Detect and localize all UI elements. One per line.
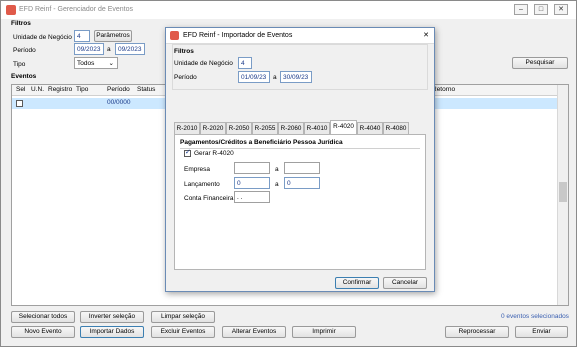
reprocessar-button[interactable]: Reprocessar <box>445 326 509 338</box>
col-periodo[interactable]: Período <box>107 85 130 95</box>
col-sel[interactable]: Sel <box>16 85 25 95</box>
gerar-r4020-label: Gerar R-4020 <box>194 150 234 157</box>
tab-r2060[interactable]: R-2060 <box>278 122 304 134</box>
gerar-r4020-checkbox[interactable]: ✓ <box>184 149 191 157</box>
periodo-sep: a <box>107 46 111 53</box>
col-retorno[interactable]: Retorno <box>432 85 455 95</box>
periodo-from-input[interactable]: 09/2023 <box>74 43 104 55</box>
enviar-button[interactable]: Enviar <box>515 326 568 338</box>
conta-financeira-label: Conta Financeira <box>184 195 234 202</box>
empresa-sep: a <box>275 166 279 173</box>
main-titlebar: EFD Reinf - Gerenciador de Eventos – □ ✕ <box>1 1 576 19</box>
scrollbar-thumb[interactable] <box>559 182 567 202</box>
col-un[interactable]: U.N. <box>31 85 44 95</box>
tab-r2055[interactable]: R-2055 <box>252 122 278 134</box>
main-window-title: EFD Reinf - Gerenciador de Eventos <box>19 6 133 13</box>
empresa-label: Empresa <box>184 166 211 173</box>
eventos-heading: Eventos <box>11 73 37 80</box>
col-tipo[interactable]: Tipo <box>76 85 88 95</box>
tab-r4020[interactable]: R-4020 <box>330 120 357 135</box>
col-registro[interactable]: Registro <box>48 85 72 95</box>
tab-r4080[interactable]: R-4080 <box>383 122 409 134</box>
eventos-selecionados-count: 0 eventos selecionados <box>501 313 569 320</box>
empresa-from-input[interactable] <box>234 162 270 174</box>
lancamento-from-input[interactable]: 0 <box>234 177 270 189</box>
importar-dados-button[interactable]: Importar Dados <box>80 326 144 338</box>
dialog-filtros-group <box>172 44 428 90</box>
chevron-down-icon: ⌄ <box>108 60 114 67</box>
unidade-label: Unidade de Negócio <box>13 34 72 41</box>
lancamento-to-input[interactable]: 0 <box>284 177 320 189</box>
tab-r2010[interactable]: R-2010 <box>174 122 200 134</box>
dialog-titlebar: EFD Reinf - Importador de Eventos ✕ <box>166 28 434 44</box>
novo-evento-button[interactable]: Novo Evento <box>11 326 75 338</box>
tipo-label: Tipo <box>13 61 26 68</box>
lancamento-sep: a <box>275 181 279 188</box>
imprimir-button[interactable]: Imprimir <box>292 326 356 338</box>
checkmark-icon: ✓ <box>185 149 191 156</box>
dialog-logo-icon <box>170 31 179 40</box>
empresa-to-input[interactable] <box>284 162 320 174</box>
row-periodo: 00/0000 <box>107 99 131 106</box>
importador-dialog: EFD Reinf - Importador de Eventos ✕ Filt… <box>165 27 435 292</box>
periodo-to-input[interactable]: 09/2023 <box>115 43 145 55</box>
periodo-label: Período <box>13 47 36 54</box>
filtros-heading: Filtros <box>11 20 31 27</box>
tab-r2050[interactable]: R-2050 <box>226 122 252 134</box>
pesquisar-button[interactable]: Pesquisar <box>512 57 568 69</box>
tipo-value: Todos <box>77 60 95 67</box>
tipo-select[interactable]: Todos ⌄ <box>74 57 118 69</box>
inverter-selecao-button[interactable]: Inverter seleção <box>80 311 144 323</box>
section-title: Pagamentos/Créditos a Beneficiário Pesso… <box>180 139 343 146</box>
tab-panel-r4020: Pagamentos/Créditos a Beneficiário Pesso… <box>174 134 426 270</box>
conta-financeira-input[interactable]: . . <box>234 191 270 203</box>
row-select-checkbox[interactable] <box>16 100 23 107</box>
col-status[interactable]: Status <box>137 85 155 95</box>
maximize-icon[interactable]: □ <box>534 4 548 15</box>
confirmar-button[interactable]: Confirmar <box>335 277 379 289</box>
close-icon[interactable]: ✕ <box>554 4 568 15</box>
lancamento-label: Lançamento <box>184 181 220 188</box>
unidade-input[interactable]: 4 <box>74 30 90 42</box>
tab-r4010[interactable]: R-4010 <box>304 122 330 134</box>
app-logo-icon <box>6 5 16 15</box>
excluir-eventos-button[interactable]: Excluir Eventos <box>151 326 215 338</box>
tab-r4040[interactable]: R-4040 <box>357 122 383 134</box>
cancelar-button[interactable]: Cancelar <box>383 277 427 289</box>
table-scrollbar[interactable] <box>557 85 568 305</box>
dialog-title: EFD Reinf - Importador de Eventos <box>183 32 293 39</box>
minimize-icon[interactable]: – <box>514 4 528 15</box>
limpar-selecao-button[interactable]: Limpar seleção <box>151 311 215 323</box>
tab-r2020[interactable]: R-2020 <box>200 122 226 134</box>
parametros-button[interactable]: Parâmetros <box>94 30 132 42</box>
section-divider <box>180 148 420 149</box>
dialog-close-icon[interactable]: ✕ <box>420 30 432 41</box>
selecionar-todos-button[interactable]: Selecionar todos <box>11 311 75 323</box>
alterar-eventos-button[interactable]: Alterar Eventos <box>222 326 286 338</box>
